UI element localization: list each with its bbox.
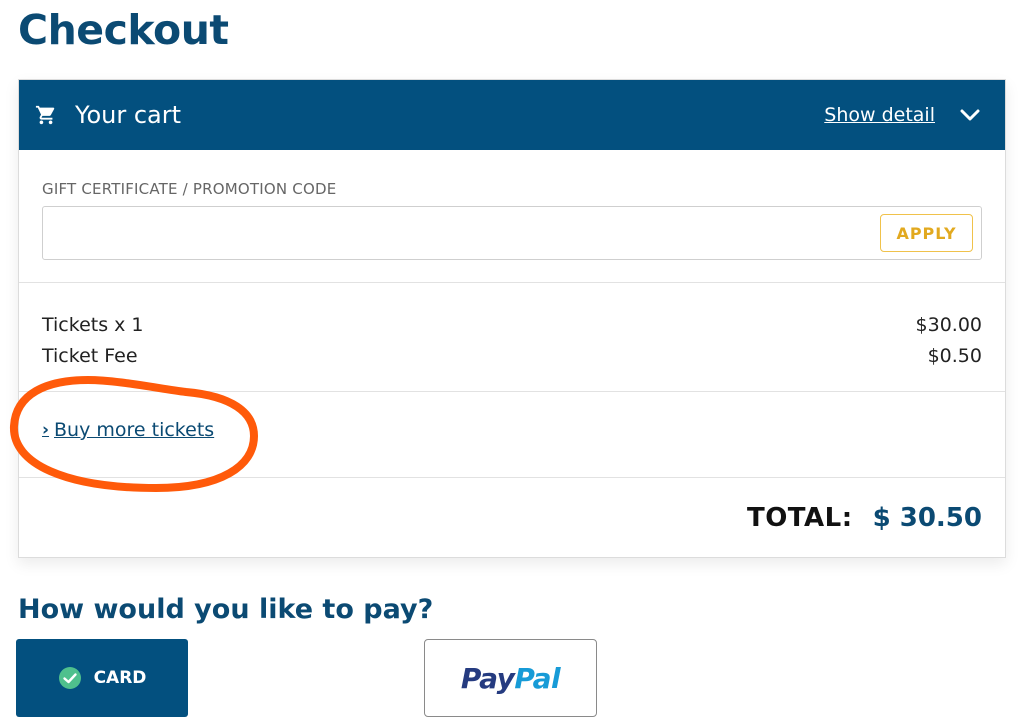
promo-code-input[interactable]: [43, 207, 863, 259]
apply-button[interactable]: APPLY: [880, 214, 973, 252]
buy-more-label: Buy more tickets: [54, 419, 215, 441]
total-row: TOTAL: $ 30.50: [19, 478, 1005, 558]
item-name: Ticket Fee: [42, 345, 138, 367]
check-circle-icon: [58, 666, 82, 690]
chevron-down-icon[interactable]: [959, 104, 981, 126]
page-title: Checkout: [18, 6, 229, 54]
chevron-right-icon: ›: [42, 420, 50, 440]
promo-section: GIFT CERTIFICATE / PROMOTION CODE APPLY: [19, 150, 1005, 283]
paypal-logo: PayPal: [460, 661, 561, 695]
paypal-payment-button[interactable]: PayPal: [424, 639, 597, 717]
promo-field-wrapper: APPLY: [42, 206, 982, 260]
cart-items: Tickets x 1 $30.00 Ticket Fee $0.50: [19, 283, 1005, 392]
payment-heading: How would you like to pay?: [18, 594, 434, 625]
promo-label: GIFT CERTIFICATE / PROMOTION CODE: [42, 180, 337, 198]
show-detail-link[interactable]: Show detail: [824, 104, 935, 126]
cart-header: Your cart Show detail: [19, 80, 1005, 150]
card-label: CARD: [93, 668, 147, 688]
total-label: TOTAL:: [746, 503, 853, 533]
total-value: $ 30.50: [872, 503, 982, 533]
buy-more-section: › Buy more tickets: [19, 392, 1005, 478]
list-item: Tickets x 1 $30.00: [42, 310, 982, 341]
item-price: $30.00: [915, 314, 982, 336]
item-price: $0.50: [927, 345, 982, 367]
list-item: Ticket Fee $0.50: [42, 341, 982, 372]
cart-panel: Your cart Show detail GIFT CERTIFICATE /…: [18, 79, 1006, 558]
card-payment-button[interactable]: CARD: [16, 639, 188, 717]
shopping-cart-icon: [35, 104, 57, 126]
item-name: Tickets x 1: [42, 314, 144, 336]
buy-more-tickets-link[interactable]: › Buy more tickets: [42, 419, 214, 441]
cart-title: Your cart: [75, 101, 182, 129]
